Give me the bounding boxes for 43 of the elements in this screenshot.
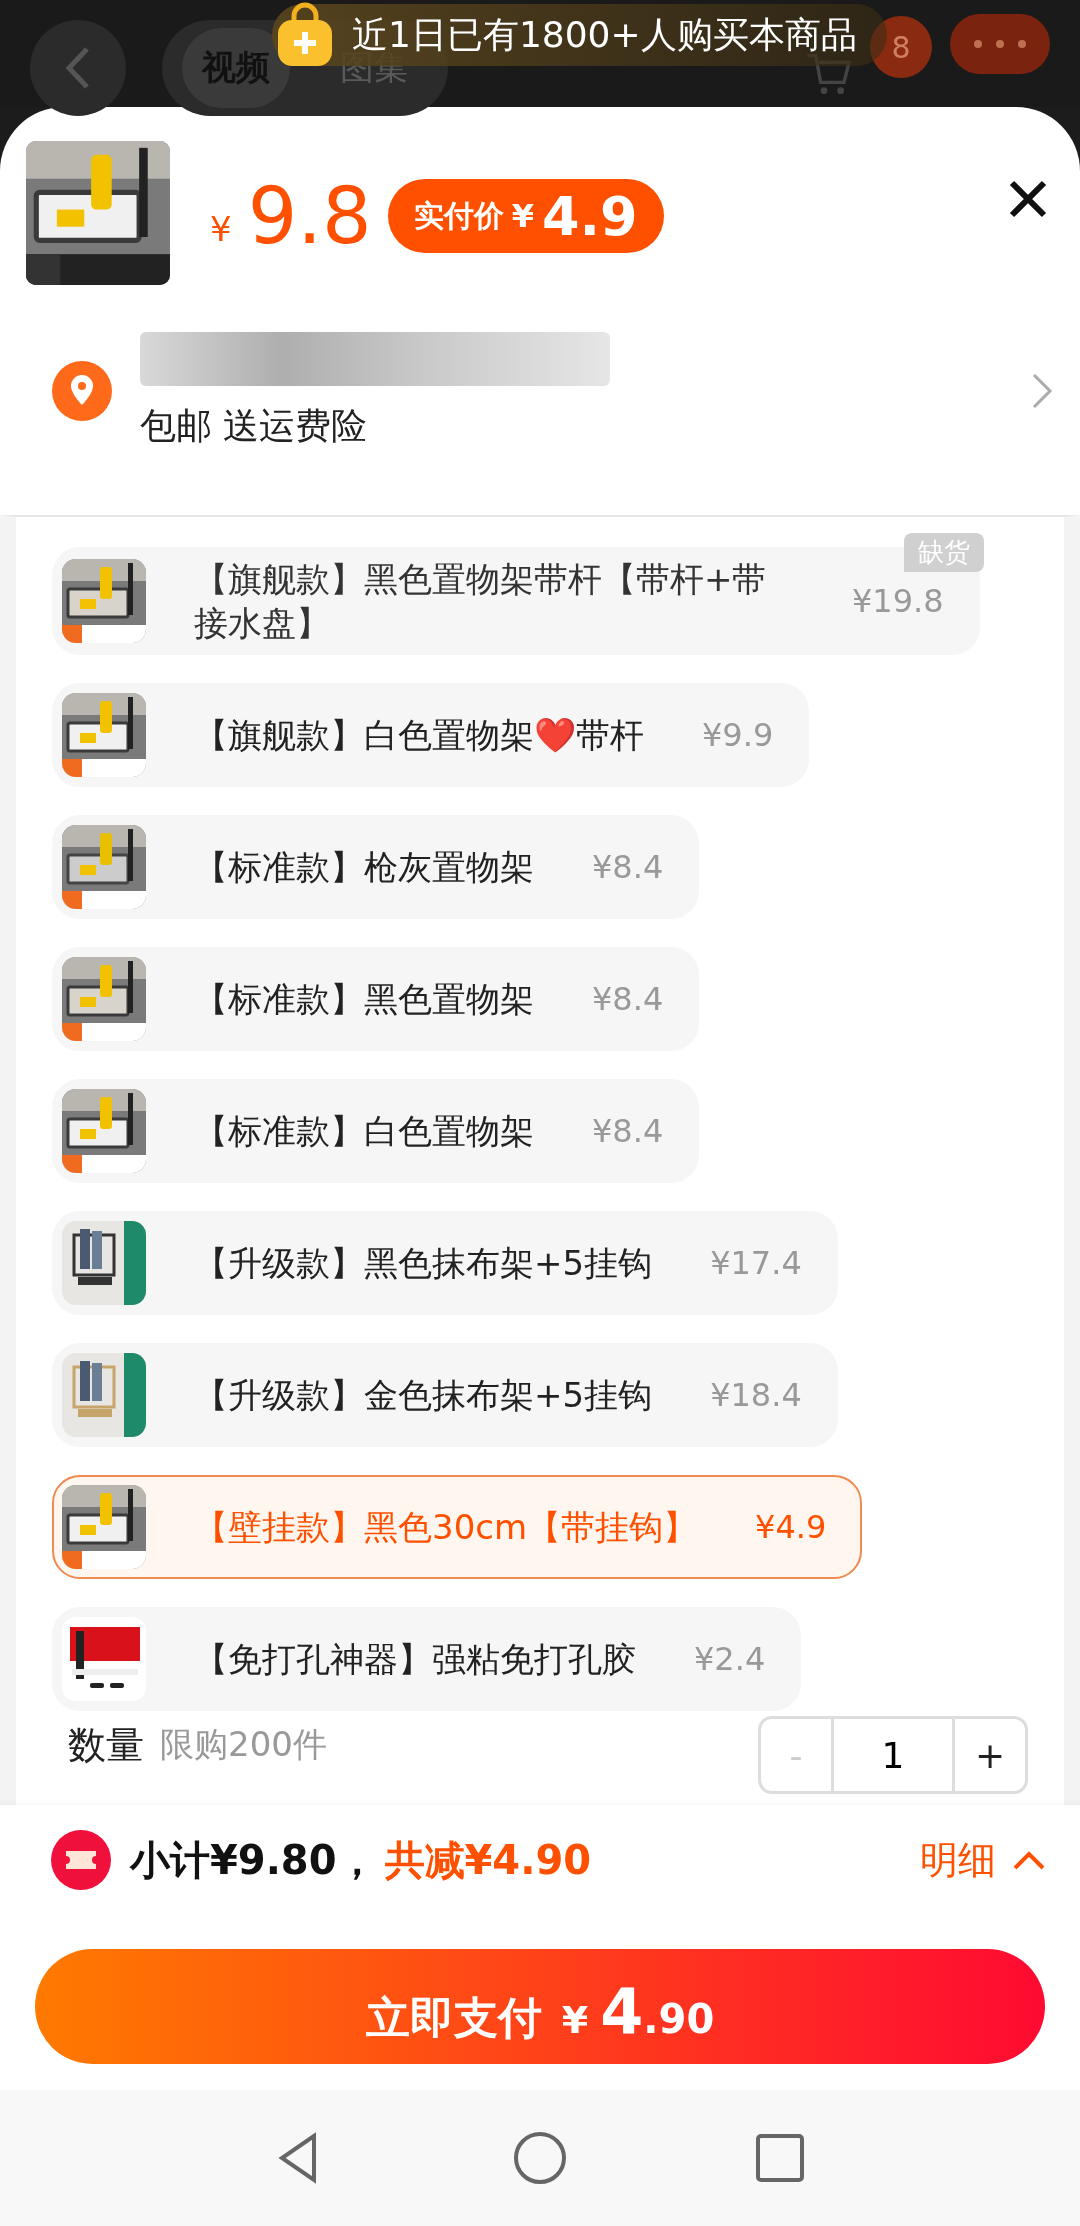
subtotal: 小计¥9.80， [130, 1835, 377, 1885]
variant-price: ¥18.4 [710, 1376, 802, 1415]
variant-name: 【免打孔神器】强粘免打孔胶 [194, 1638, 636, 1682]
variant-name: 【壁挂款】黑色30cm【带挂钩】 [194, 1506, 698, 1550]
actual-price-label: 实付价 [413, 196, 504, 235]
currency-symbol: ¥ [210, 209, 232, 249]
variant-option[interactable]: 【标准款】枪灰置物架 ¥8.4 [52, 815, 700, 920]
variant-price: ¥2.4 [694, 1640, 766, 1679]
variant-option[interactable]: 【标准款】白色置物架 ¥8.4 [52, 1079, 700, 1184]
location-pin-icon [50, 359, 114, 423]
shipping-info: 包邮 送运费险 [140, 403, 369, 448]
chevron-up-icon [1012, 1849, 1046, 1871]
variant-price: ¥8.4 [592, 1112, 664, 1151]
variant-price: ¥8.4 [592, 848, 664, 887]
variant-name: 【标准款】黑色置物架 [194, 978, 534, 1022]
variant-name: 【升级款】黑色抹布架+5挂钩 [194, 1242, 653, 1286]
currency-symbol: ¥ [511, 197, 534, 235]
pay-now-button[interactable]: 立即支付 ¥ 4.90 [35, 1949, 1045, 2064]
variant-name: 【旗舰款】黑色置物架带杆【带杆+带接水盘】 [194, 558, 768, 646]
variant-option[interactable]: 【标准款】黑色置物架 ¥8.4 [52, 947, 700, 1052]
quantity-label: 数量 [68, 1721, 144, 1769]
variant-name: 【标准款】白色置物架 [194, 1110, 534, 1154]
variant-price: ¥17.4 [710, 1244, 802, 1283]
variant-price: ¥19.8 [852, 582, 944, 621]
price: 9.8 [247, 171, 372, 261]
actual-price: 4.9 [541, 184, 638, 248]
variant-option[interactable]: 【旗舰款】白色置物架❤带杆 ¥9.9 [52, 683, 810, 788]
discount-total: 共减¥4.90 [384, 1835, 593, 1885]
variant-price: ¥9.9 [702, 716, 774, 755]
variant-option[interactable]: 【免打孔神器】强粘免打孔胶 ¥2.4 [52, 1607, 802, 1712]
variant-option[interactable]: 【升级款】黑色抹布架+5挂钩 ¥17.4 [52, 1211, 838, 1316]
variant-option[interactable]: 【升级款】金色抹布架+5挂钩 ¥18.4 [52, 1343, 838, 1448]
coupon-icon [50, 1829, 112, 1891]
quantity-stepper[interactable]: - 1 + [758, 1716, 1028, 1794]
variant-name: 【标准款】枪灰置物架 [194, 846, 534, 890]
variant-name: 【升级款】金色抹布架+5挂钩 [194, 1374, 653, 1418]
purchase-limit: 限购200件 [160, 1723, 328, 1766]
increase-button[interactable]: + [955, 1719, 1025, 1791]
quantity-field[interactable]: 1 [831, 1719, 955, 1791]
variant-name: 【旗舰款】白色置物架❤带杆 [194, 714, 644, 758]
variant-price: ¥8.4 [592, 980, 664, 1019]
banner-text: 近1日已有1800+人购买本商品 [352, 12, 857, 55]
variant-price: ¥4.9 [755, 1508, 827, 1547]
